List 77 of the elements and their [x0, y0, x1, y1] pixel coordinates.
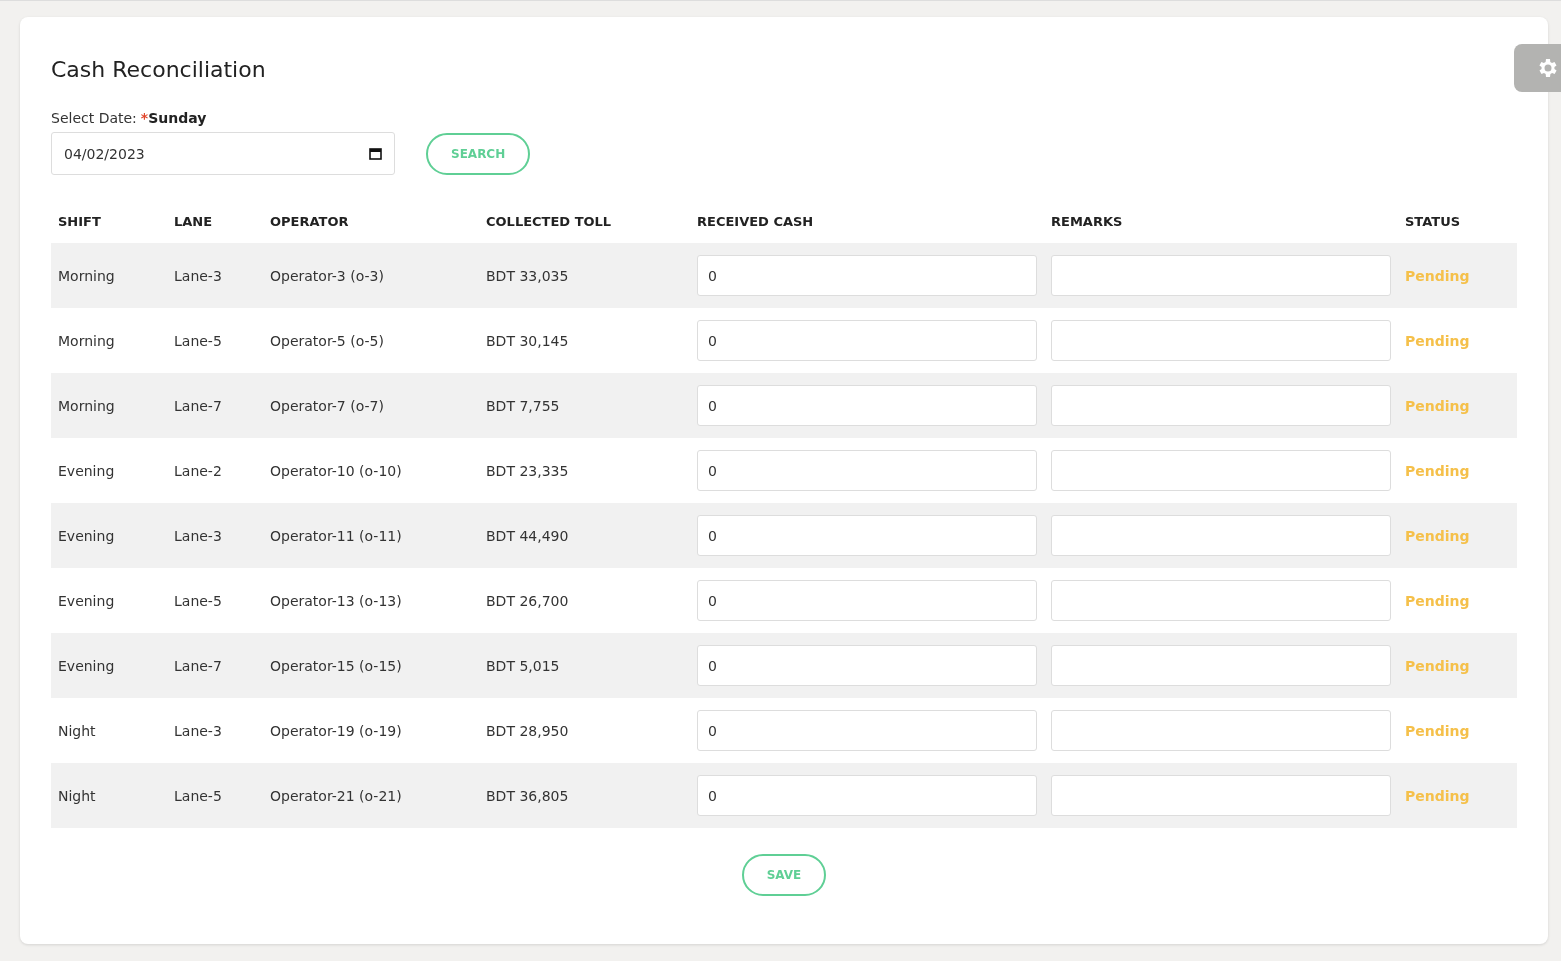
remarks-field[interactable] [1051, 775, 1391, 816]
required-mark: * [140, 110, 149, 126]
column-header: OPERATOR [270, 213, 350, 229]
collected-toll-cell-text: BDT 7,755 [486, 397, 561, 414]
shift-cell-text: Night [58, 722, 97, 739]
column-header: SHIFT [58, 213, 102, 229]
received-cash-field[interactable]: 0 [697, 580, 1037, 621]
status-label: Pending [1405, 787, 1471, 804]
remarks-field[interactable] [1051, 580, 1391, 621]
shift-cell-text: Morning [58, 397, 116, 414]
day-name: Sunday [148, 110, 207, 126]
collected-toll-cell-text: BDT 28,950 [486, 722, 570, 739]
remarks-field[interactable] [1051, 255, 1391, 296]
remarks-field[interactable] [1051, 450, 1391, 491]
operator-cell-text: Operator-13 (o-13) [270, 592, 403, 609]
collected-toll-cell-text: BDT 30,145 [486, 332, 570, 349]
received-cash-field[interactable]: 0 [697, 385, 1037, 426]
received-cash-field[interactable]: 0 [697, 775, 1037, 816]
received-cash-field[interactable]: 0 [697, 450, 1037, 491]
collected-toll-cell-text: BDT 26,700 [486, 592, 570, 609]
settings-tab[interactable] [1514, 44, 1561, 92]
shift-cell-text: Evening [58, 527, 116, 544]
operator-cell-text: Operator-10 (o-10) [270, 462, 403, 479]
lane-cell-text: Lane-3 [174, 527, 223, 544]
shift-cell-text: Evening [58, 462, 116, 479]
remarks-field[interactable] [1051, 515, 1391, 556]
lane-cell-text: Lane-7 [174, 397, 223, 414]
shift-cell-text: Night [58, 787, 97, 804]
remarks-field[interactable] [1051, 710, 1391, 751]
operator-cell-text: Operator-21 (o-21) [270, 787, 403, 804]
shift-cell-text: Evening [58, 657, 116, 674]
remarks-field[interactable] [1051, 320, 1391, 361]
lane-cell-text: Lane-5 [174, 787, 223, 804]
lane-cell-text: Lane-2 [174, 462, 223, 479]
calendar-icon[interactable] [369, 147, 382, 160]
column-header: COLLECTED TOLL [486, 213, 613, 229]
operator-cell-text: Operator-7 (o-7) [270, 397, 385, 414]
status-label: Pending [1405, 592, 1471, 609]
date-field[interactable]: 04/02/2023 [51, 132, 395, 175]
operator-cell-text: Operator-3 (o-3) [270, 267, 385, 284]
shift-cell-text: Evening [58, 592, 116, 609]
collected-toll-cell-text: BDT 44,490 [486, 527, 570, 544]
column-header: REMARKS [1051, 213, 1124, 229]
lane-cell-text: Lane-3 [174, 722, 223, 739]
status-label: Pending [1405, 527, 1471, 544]
page-title: Cash Reconciliation [51, 57, 267, 82]
operator-cell-text: Operator-19 (o-19) [270, 722, 403, 739]
received-cash-field[interactable]: 0 [697, 710, 1037, 751]
status-label: Pending [1405, 267, 1471, 284]
lane-cell-text: Lane-5 [174, 332, 223, 349]
remarks-field[interactable] [1051, 385, 1391, 426]
remarks-field[interactable] [1051, 645, 1391, 686]
status-label: Pending [1405, 462, 1471, 479]
operator-cell-text: Operator-5 (o-5) [270, 332, 385, 349]
status-label: Pending [1405, 397, 1471, 414]
collected-toll-cell-text: BDT 36,805 [486, 787, 570, 804]
column-header: RECEIVED CASH [697, 213, 815, 229]
lane-cell-text: Lane-3 [174, 267, 223, 284]
collected-toll-cell-text: BDT 33,035 [486, 267, 570, 284]
lane-cell-text: Lane-7 [174, 657, 223, 674]
operator-cell-text: Operator-15 (o-15) [270, 657, 403, 674]
operator-cell-text: Operator-11 (o-11) [270, 527, 403, 544]
collected-toll-cell-text: BDT 23,335 [486, 462, 570, 479]
collected-toll-cell-text: BDT 5,015 [486, 657, 561, 674]
date-label: Select Date: [51, 110, 137, 126]
received-cash-field[interactable]: 0 [697, 255, 1037, 296]
column-header: LANE [174, 213, 214, 229]
received-cash-field[interactable]: 0 [697, 515, 1037, 556]
received-cash-field[interactable]: 0 [697, 320, 1037, 361]
lane-cell-text: Lane-5 [174, 592, 223, 609]
status-label: Pending [1405, 657, 1471, 674]
column-header: STATUS [1405, 213, 1462, 229]
shift-cell-text: Morning [58, 267, 116, 284]
shift-cell-text: Morning [58, 332, 116, 349]
status-label: Pending [1405, 332, 1471, 349]
status-label: Pending [1405, 722, 1471, 739]
received-cash-field[interactable]: 0 [697, 645, 1037, 686]
